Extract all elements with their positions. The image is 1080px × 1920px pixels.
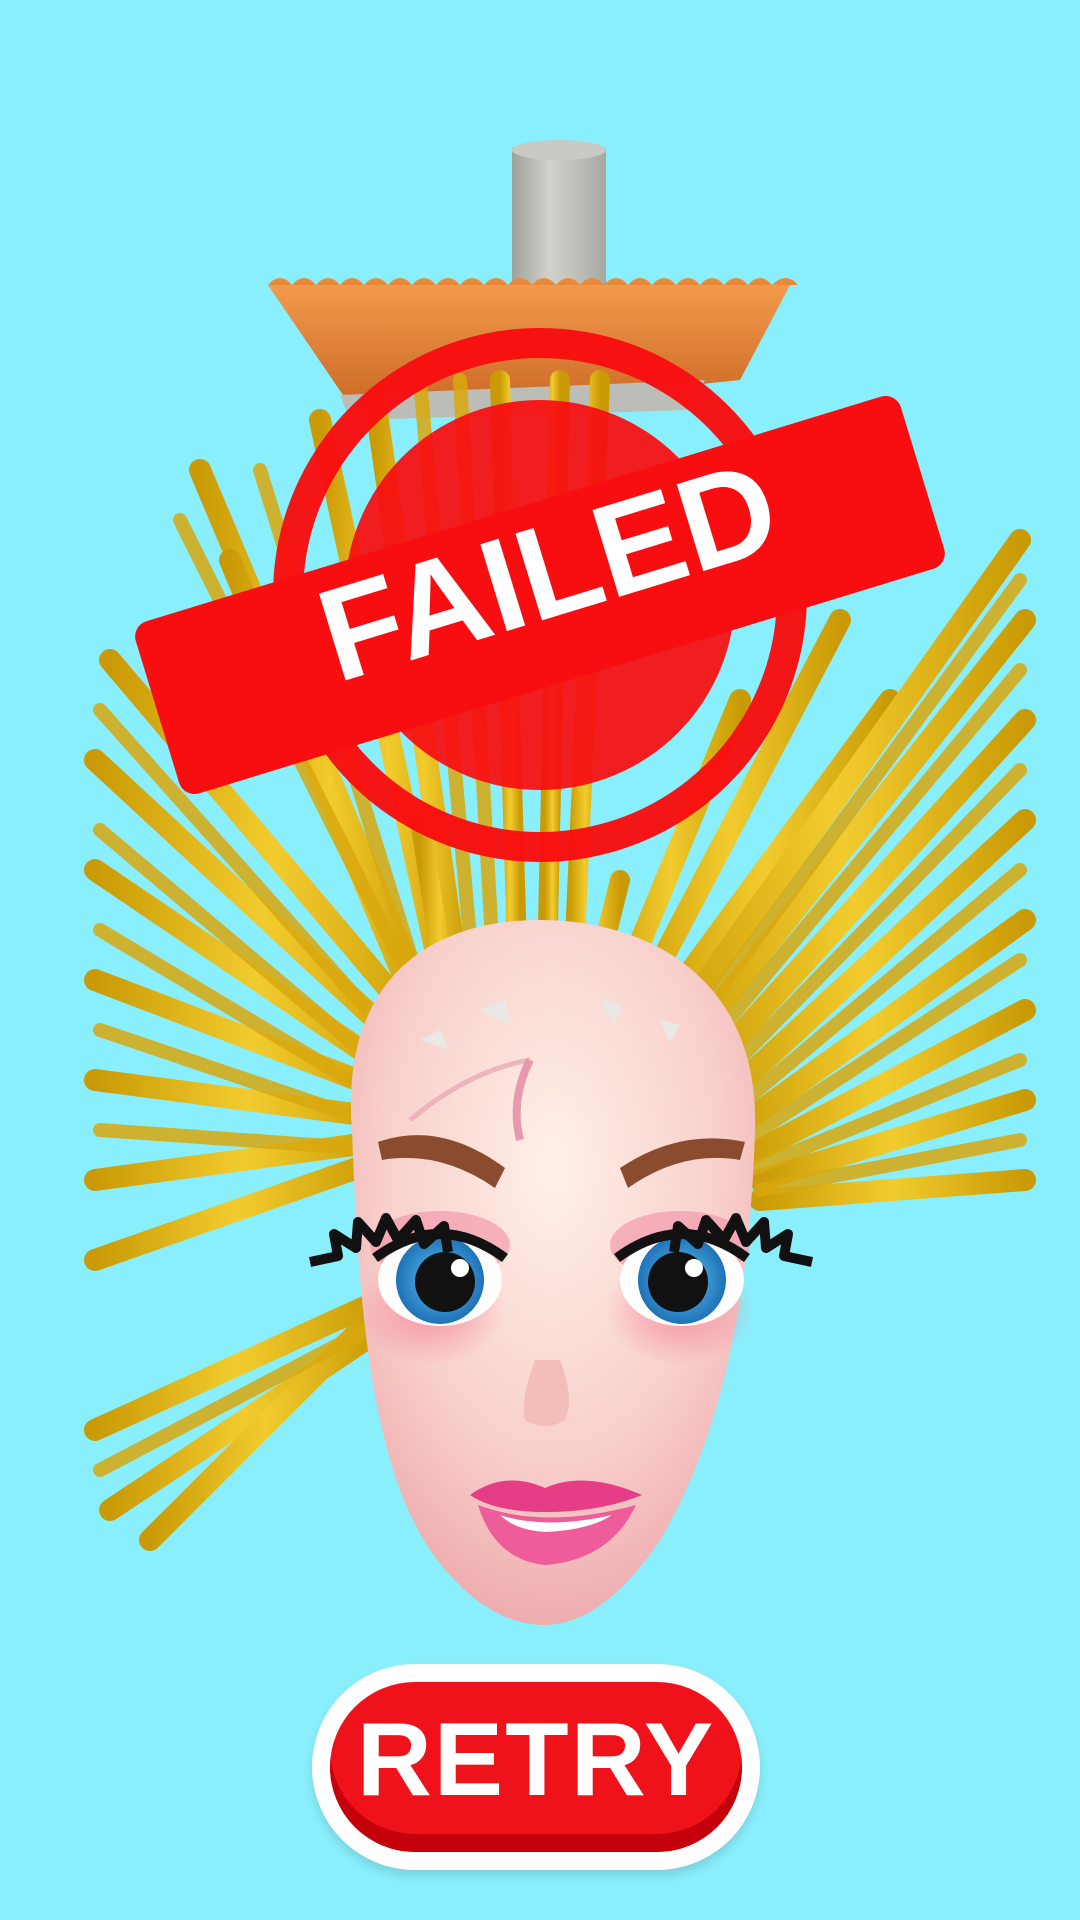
game-screen: FAILED RETRY [0, 0, 1080, 1920]
retry-button[interactable]: RETRY [330, 1682, 742, 1852]
retry-button-frame: RETRY [312, 1664, 760, 1870]
game-scene: FAILED [84, 140, 1036, 1625]
retry-button-label: RETRY [356, 1702, 716, 1818]
brush-tool [268, 140, 798, 420]
brush-handle [512, 148, 606, 288]
